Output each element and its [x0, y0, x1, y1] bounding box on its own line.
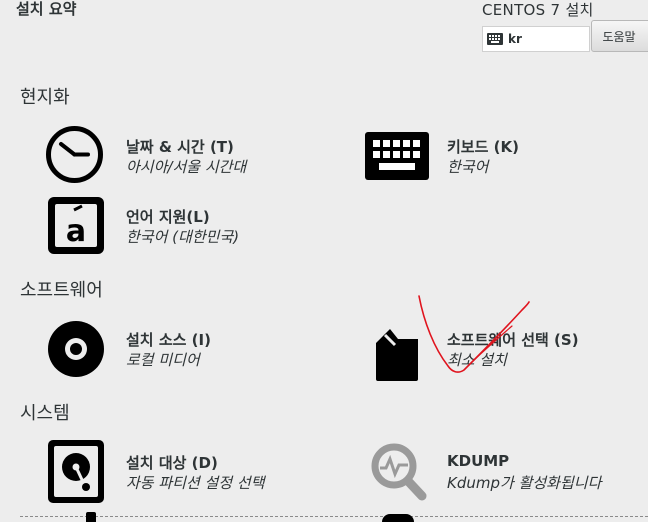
keyboard-layout-indicator[interactable]: kr [482, 26, 590, 52]
spoke-keyboard-title: 키보드 (K) [447, 138, 519, 156]
partial-spoke-icon-right [382, 514, 414, 522]
disc-icon [48, 321, 104, 377]
kdump-icon [371, 443, 427, 501]
spoke-source-title: 설치 소스 (I) [126, 331, 211, 349]
section-divider [20, 516, 648, 517]
keyboard-layout-value: kr [508, 32, 522, 46]
red-checkmark-annotation [418, 295, 530, 373]
keyboard-indicator-icon [487, 33, 503, 45]
spoke-kdump-title: KDUMP [447, 452, 510, 470]
svg-text:a: a [66, 214, 86, 249]
product-title: CENTOS 7 설치 [482, 1, 594, 19]
spoke-keyboard-status: 한국어 [447, 158, 489, 176]
language-icon: a [48, 197, 104, 254]
section-system: 시스템 [20, 403, 70, 424]
page-title: 설치 요약 [16, 0, 77, 18]
spoke-datetime-title: 날짜 & 시간 (T) [126, 138, 234, 156]
partial-spoke-icon-left [86, 512, 96, 522]
clock-icon [46, 126, 103, 183]
spoke-destination-title: 설치 대상 (D) [126, 454, 218, 472]
harddisk-icon [48, 440, 104, 503]
section-software: 소프트웨어 [20, 280, 103, 301]
keyboard-icon [365, 132, 429, 180]
spoke-language-title: 언어 지원(L) [126, 208, 210, 226]
help-button[interactable]: 도움말 [591, 20, 648, 52]
spoke-source-status: 로컬 미디어 [126, 351, 200, 369]
spoke-destination-status: 자동 파티션 설정 선택 [126, 474, 265, 492]
spoke-language-status: 한국어 (대한민국) [126, 228, 240, 246]
spoke-kdump-status: Kdump가 활성화됩니다 [447, 474, 602, 492]
spoke-datetime-status: 아시아/서울 시간대 [126, 158, 247, 176]
section-localization: 현지화 [20, 87, 70, 108]
